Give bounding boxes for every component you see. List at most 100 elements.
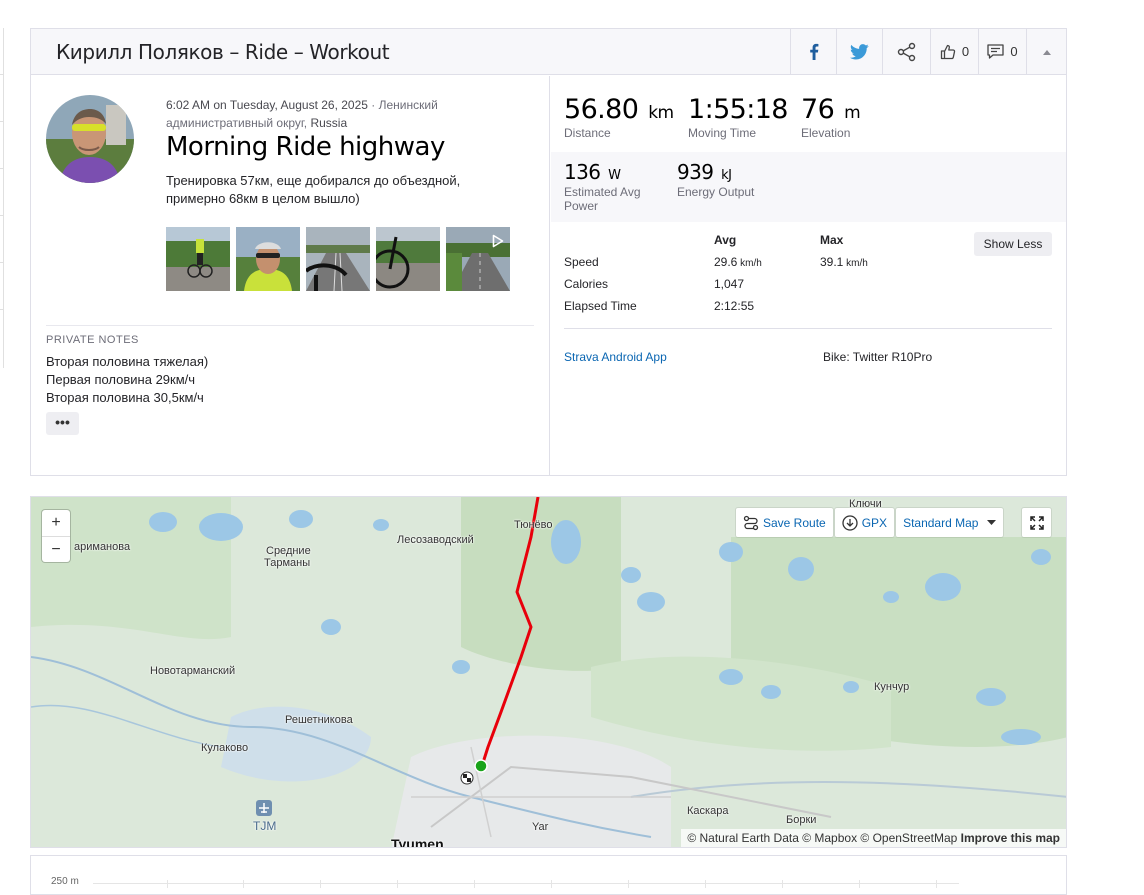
photo-thumbnail[interactable] [306, 227, 370, 291]
grid-tick [243, 880, 244, 888]
power-unit: W [608, 168, 621, 183]
thumbs-up-icon [940, 44, 956, 59]
speed-max: 39.1 km/h [820, 255, 868, 269]
improve-map-link[interactable]: Improve this map [961, 831, 1060, 845]
map-attribution: © Natural Earth Data © Mapbox © OpenStre… [681, 829, 1066, 847]
map-style-select[interactable]: Standard Map [896, 508, 1004, 537]
place-label: Борки [786, 814, 817, 826]
secondary-stats-band: 136 W Estimated Avg Power 939 kJ Energy … [551, 152, 1066, 222]
stat-elevation: 76 m Elevation [801, 94, 861, 140]
save-route-button[interactable]: Save Route [736, 508, 833, 537]
show-less-button[interactable]: Show Less [974, 232, 1052, 256]
distance-value: 56.80 [564, 94, 639, 125]
grid-tick [782, 880, 783, 888]
place-label: Tyumen [391, 836, 444, 848]
route-icon [743, 515, 759, 531]
elapsed-time-value: 2:12:55 [714, 299, 755, 313]
avg-column-header: Avg [714, 233, 737, 247]
divider [46, 325, 534, 326]
avatar[interactable] [46, 95, 134, 183]
private-notes-label: PRIVATE NOTES [46, 334, 139, 346]
place-label: Новотарманский [150, 665, 236, 677]
photo-strip [166, 227, 510, 291]
place-label: Лесозаводский [397, 534, 474, 546]
device-app-link[interactable]: Strava Android App [564, 350, 667, 364]
comment-icon [987, 44, 1005, 59]
moving-time-label: Moving Time [688, 126, 757, 140]
zoom-control: + − [42, 510, 70, 562]
stat-moving-time: 1:55:18 Moving Time [688, 94, 788, 140]
finish-marker [460, 771, 474, 785]
private-notes: Вторая половина тяжелая) Первая половина… [46, 353, 208, 407]
share-button[interactable] [882, 28, 930, 75]
distance-unit: km [648, 103, 674, 123]
activity-time: 6:02 AM on [166, 98, 227, 112]
more-actions-button[interactable]: ••• [46, 412, 79, 435]
place-label: Yar [532, 821, 549, 833]
gpx-download-button[interactable]: GPX [834, 508, 895, 537]
photo-thumbnail[interactable] [166, 227, 230, 291]
distance-label: Distance [564, 126, 611, 140]
place-label: TJM [253, 819, 277, 833]
facebook-share-button[interactable] [790, 28, 836, 75]
place-label: ариманова [74, 541, 131, 553]
place-label: Решетникова [285, 714, 353, 726]
grid-tick [551, 880, 552, 888]
photo-thumbnail[interactable] [376, 227, 440, 291]
collapse-button[interactable] [1026, 28, 1066, 75]
place-label: Тюнёво [514, 519, 553, 531]
kudos-count: 0 [961, 44, 970, 59]
grid-tick [320, 880, 321, 888]
energy-unit: kJ [721, 168, 732, 183]
twitter-share-button[interactable] [836, 28, 882, 75]
activity-card: Кирилл Поляков – Ride – Workout 0 0 6:02… [30, 28, 1067, 476]
grid-tick [705, 880, 706, 888]
elevation-unit: m [844, 103, 861, 123]
activity-title: Morning Ride highway [166, 132, 445, 162]
elevation-chart: 250 m [30, 855, 1067, 895]
row-label: Elapsed Time [564, 299, 637, 313]
left-nav-edge [0, 28, 4, 368]
elevation-label: Elevation [801, 126, 851, 140]
elevation-value: 76 [801, 94, 835, 125]
zoom-out-button[interactable]: − [42, 536, 70, 562]
place-label: Кунчур [874, 681, 910, 693]
zoom-in-button[interactable]: + [42, 510, 70, 536]
moving-time-value: 1:55:18 [688, 94, 788, 125]
kudos-button[interactable]: 0 [930, 28, 978, 75]
grid-tick [397, 880, 398, 888]
stat-power: 136 W Estimated Avg Power [564, 160, 659, 213]
photo-thumbnail[interactable] [236, 227, 300, 291]
note-line: Вторая половина 30,5км/ч [46, 390, 204, 405]
activity-meta: 6:02 AM on Tuesday, August 26, 2025 · Ле… [166, 96, 466, 132]
speed-avg: 29.6 km/h [714, 255, 762, 269]
comments-button[interactable]: 0 [978, 28, 1026, 75]
activity-summary: 6:02 AM on Tuesday, August 26, 2025 · Ле… [31, 76, 550, 476]
fullscreen-button[interactable] [1022, 508, 1051, 537]
grid-tick [474, 880, 475, 888]
map-toolbar: Save Route GPX Standard Map [736, 508, 1004, 537]
route-map[interactable]: Ключи Тюнёво Лесозаводский ариманова Сре… [30, 496, 1067, 848]
download-icon [842, 514, 858, 531]
photo-thumbnail-video[interactable] [446, 227, 510, 291]
grid-tick [167, 880, 168, 888]
stat-energy: 939 kJ Energy Output [677, 160, 754, 199]
power-label: Estimated Avg Power [564, 185, 641, 213]
place-label: Тарманы [264, 557, 311, 569]
row-label: Speed [564, 255, 599, 269]
activity-date: Tuesday, August 26, 2025 [229, 98, 368, 112]
card-header: Кирилл Поляков – Ride – Workout 0 0 [31, 28, 1066, 75]
play-icon [492, 234, 504, 248]
place-label: Средние [266, 545, 311, 557]
save-route-label: Save Route [763, 515, 826, 530]
note-line: Первая половина 29км/ч [46, 372, 196, 387]
airport-icon [256, 800, 272, 816]
share-icon [897, 42, 915, 61]
gpx-label: GPX [861, 515, 888, 530]
activity-description: Тренировка 57км, еще добирался до объезд… [166, 173, 461, 206]
place-label: Кулаково [201, 742, 249, 754]
comments-count: 0 [1010, 44, 1018, 59]
max-column-header: Max [820, 233, 844, 247]
caret-up-icon [1042, 49, 1051, 55]
start-marker [474, 759, 488, 773]
